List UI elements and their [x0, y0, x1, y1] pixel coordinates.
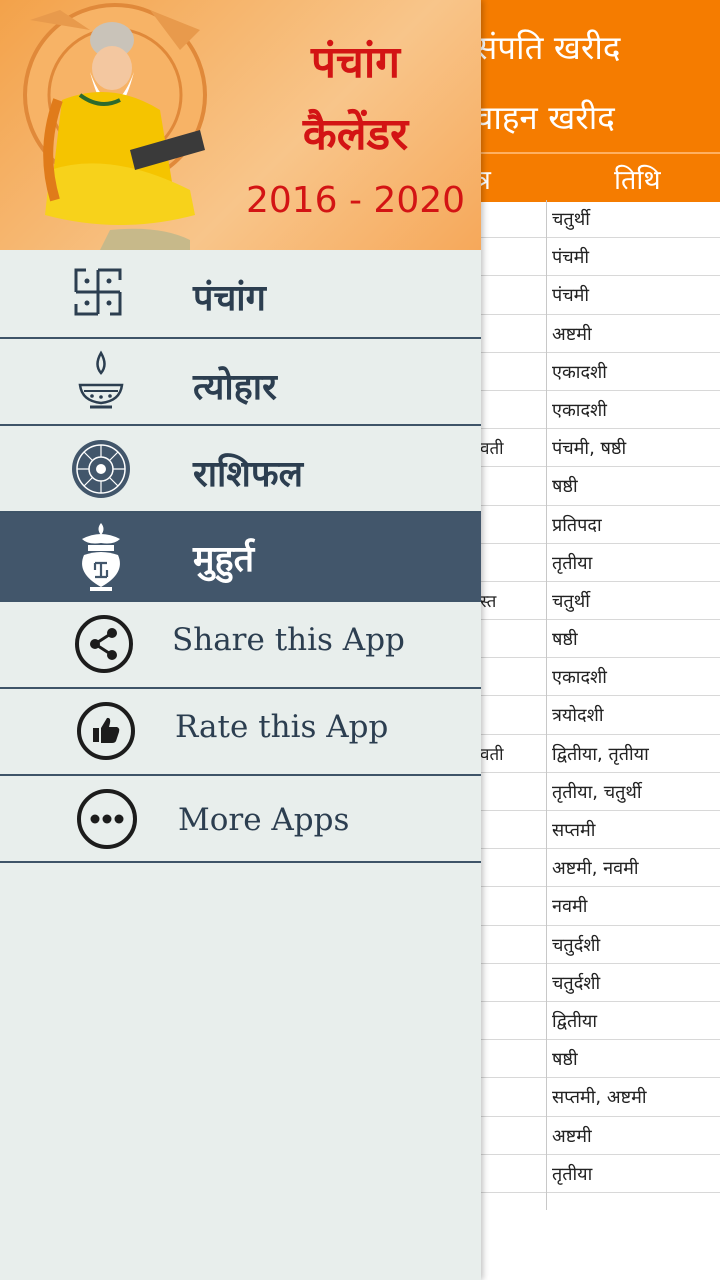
- table-cell-tithi: तृतीया: [552, 552, 593, 574]
- more-dots-icon: [76, 788, 138, 854]
- share-icon: [74, 614, 134, 678]
- menu-item-rashifal[interactable]: राशिफल: [0, 426, 481, 513]
- diya-lamp-icon: [74, 349, 128, 417]
- table-cell-nakshatra: स्त: [480, 591, 497, 612]
- table-cell-tithi: पंचमी, षष्ठी: [552, 438, 627, 460]
- table-cell-tithi: पंचमी: [552, 285, 590, 307]
- table-cell-tithi: तृतीया: [552, 1163, 593, 1185]
- background-tab-property[interactable]: संपति खरीद: [475, 24, 620, 69]
- sage-illustration: [23, 3, 207, 250]
- table-cell-tithi: तृतीया, चतुर्थी: [552, 781, 642, 803]
- table-cell-tithi: नवमी: [552, 896, 588, 918]
- table-cell-nakshatra: वती: [480, 439, 504, 460]
- menu-label-panchang: पंचांग: [193, 278, 266, 319]
- table-cell-tithi: प्रतिपदा: [552, 514, 602, 536]
- menu-label-share: Share this App: [172, 622, 405, 658]
- table-cell-tithi: षष्ठी: [552, 629, 578, 651]
- swastika-icon: [70, 264, 126, 324]
- table-cell-tithi: सप्तमी: [552, 820, 596, 841]
- table-cell-tithi: त्रयोदशी: [552, 705, 604, 727]
- menu-item-tyohar[interactable]: त्योहार: [0, 339, 481, 426]
- table-cell-tithi: चतुर्थी: [552, 590, 590, 612]
- table-cell-tithi: चतुर्थी: [552, 209, 590, 230]
- table-cell-tithi: एकादशी: [552, 399, 607, 421]
- table-cell-tithi: अष्टमी: [552, 1125, 592, 1147]
- table-cell-tithi: पंचमी: [552, 247, 590, 269]
- zodiac-wheel-icon: [70, 438, 132, 504]
- menu-label-rashifal: राशिफल: [193, 454, 304, 495]
- thumbs-up-icon: [76, 701, 136, 765]
- menu-item-more-apps[interactable]: More Apps: [0, 776, 481, 863]
- menu-item-panchang[interactable]: पंचांग: [0, 250, 481, 339]
- table-cell-tithi: चतुर्दशी: [552, 972, 601, 994]
- table-cell-tithi: सप्तमी, अष्टमी: [552, 1087, 647, 1109]
- table-cell-tithi: एकादशी: [552, 667, 607, 689]
- table-cell-tithi: द्वितीया: [552, 1010, 598, 1032]
- kalash-icon: [74, 521, 128, 597]
- table-cell-tithi: अष्टमी: [552, 323, 592, 345]
- background-tab-vehicle[interactable]: वाहन खरीद: [475, 94, 615, 139]
- table-cell-tithi: षष्ठी: [552, 1049, 578, 1071]
- app-subtitle: कैलेंडर: [302, 109, 409, 160]
- table-cell-nakshatra: वती: [480, 744, 504, 765]
- menu-item-share[interactable]: Share this App: [0, 602, 481, 689]
- table-cell-tithi: षष्ठी: [552, 476, 578, 498]
- menu-label-more-apps: More Apps: [178, 802, 350, 838]
- drawer-empty-area: [0, 862, 481, 1280]
- column-header-tithi: तिथि: [614, 165, 661, 196]
- menu-label-muhurat: मुहुर्त: [193, 539, 255, 580]
- table-cell-tithi: द्वितीया, तृतीया: [552, 743, 649, 765]
- navigation-drawer: पंचांग कैलेंडर 2016 - 2020 पंचांग त्योहा…: [0, 0, 481, 1280]
- table-cell-tithi: एकादशी: [552, 361, 607, 383]
- year-range: 2016 - 2020: [245, 180, 466, 221]
- table-cell-tithi: अष्टमी, नवमी: [552, 858, 639, 880]
- menu-item-muhurat[interactable]: मुहुर्त: [0, 513, 481, 602]
- menu-item-rate[interactable]: Rate this App: [0, 689, 481, 776]
- menu-label-tyohar: त्योहार: [193, 367, 277, 408]
- drawer-header: पंचांग कैलेंडर 2016 - 2020: [0, 0, 481, 250]
- column-divider: [546, 200, 547, 1210]
- menu-label-rate: Rate this App: [175, 709, 389, 745]
- table-cell-tithi: चतुर्दशी: [552, 934, 601, 956]
- app-title: पंचांग: [310, 37, 401, 88]
